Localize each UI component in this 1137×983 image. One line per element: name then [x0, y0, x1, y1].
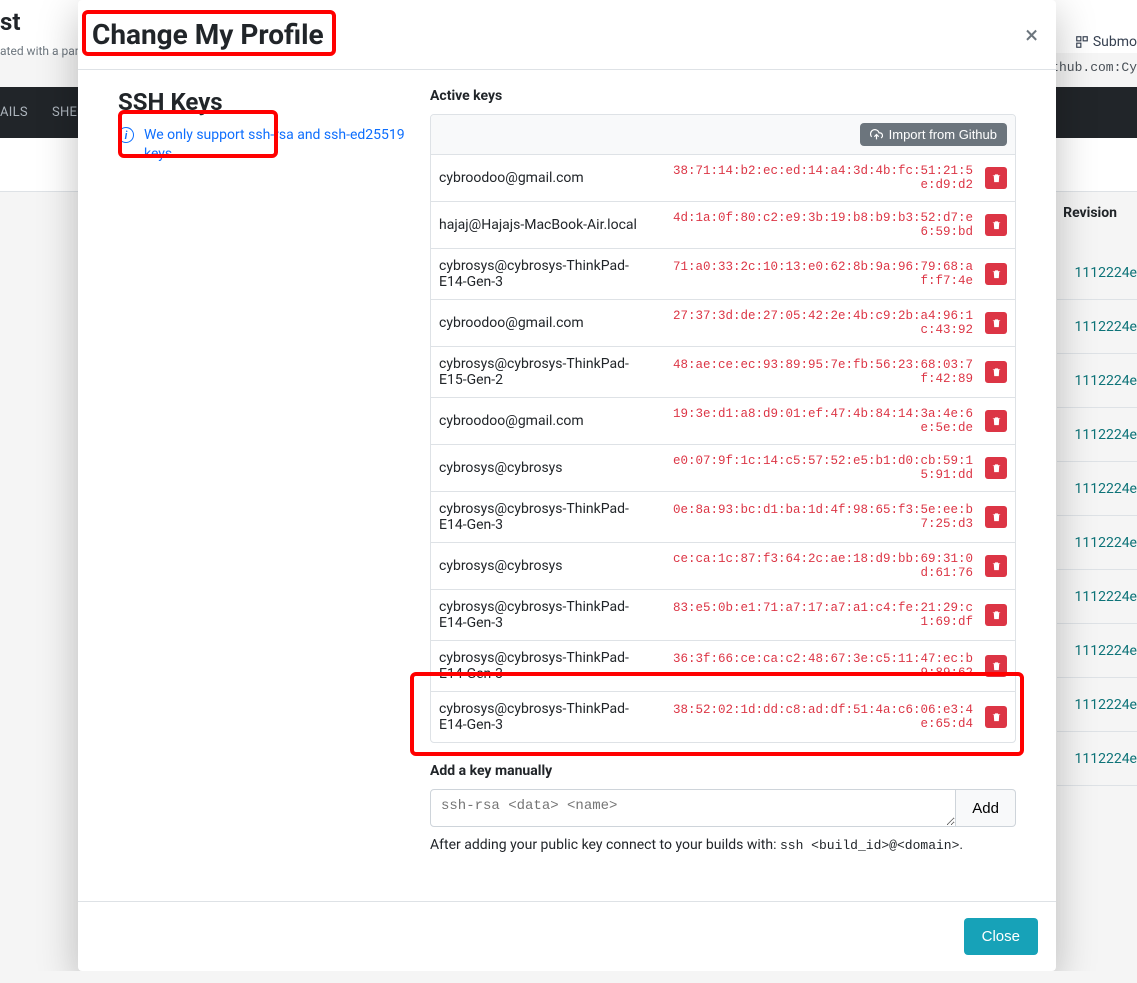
after-prefix: After adding your public key connect to …	[430, 837, 780, 853]
key-fingerprint: 48:ae:ce:ec:93:89:95:7e:fb:56:23:68:03:7…	[659, 358, 977, 386]
key-fingerprint: e0:07:9f:1c:14:c5:57:52:e5:b1:d0:cb:59:1…	[659, 454, 977, 482]
after-adding-text: After adding your public key connect to …	[430, 837, 1016, 853]
key-email: cybrosys@cybrosys-ThinkPad-E14-Gen-3	[439, 258, 651, 290]
key-email: cybroodoo@gmail.com	[439, 170, 651, 186]
key-email: cybrosys@cybrosys-ThinkPad-E14-Gen-3	[439, 650, 651, 682]
key-fingerprint: 4d:1a:0f:80:c2:e9:3b:19:b8:b9:b3:52:d7:e…	[659, 211, 977, 239]
close-icon[interactable]: ×	[1025, 21, 1038, 49]
info-icon: i	[118, 127, 134, 143]
trash-icon	[991, 317, 1002, 329]
modal-body: SSH Keys i We only support ssh-rsa and s…	[78, 70, 1056, 901]
key-row: cybrosys@cybrosys-ThinkPad-E14-Gen-3 36:3…	[431, 641, 1015, 692]
import-github-button[interactable]: Import from Github	[860, 123, 1007, 146]
key-row: cybrosys@cybrosys e0:07:9f:1c:14:c5:57:52…	[431, 445, 1015, 492]
key-fingerprint: 71:a0:33:2c:10:13:e0:62:8b:9a:96:79:68:a…	[659, 260, 977, 288]
key-email: cybrosys@cybrosys	[439, 558, 651, 574]
key-fingerprint: 27:37:3d:de:27:05:42:2e:4b:c9:2b:a4:96:1…	[659, 309, 977, 337]
key-email: cybrosys@cybrosys	[439, 460, 651, 476]
keys-table-header: Import from Github	[431, 115, 1015, 155]
after-code: ssh <build_id>@<domain>	[780, 838, 959, 853]
key-row: cybroodoo@gmail.com 19:3e:d1:a8:d9:01:ef:…	[431, 398, 1015, 445]
modal-footer: Close	[78, 901, 1056, 971]
key-row: cybroodoo@gmail.com 27:37:3d:de:27:05:42:…	[431, 300, 1015, 347]
add-key-button[interactable]: Add	[956, 789, 1016, 827]
key-fingerprint: 38:71:14:b2:ec:ed:14:a4:3d:4b:fc:51:21:5…	[659, 164, 977, 192]
delete-key-button[interactable]	[985, 555, 1007, 577]
trash-icon	[991, 660, 1002, 672]
delete-key-button[interactable]	[985, 312, 1007, 334]
key-row: cybrosys@cybrosys-ThinkPad-E14-Gen-3 38:5…	[431, 692, 1015, 742]
delete-key-button[interactable]	[985, 655, 1007, 677]
close-button[interactable]: Close	[964, 918, 1038, 955]
keys-table: Import from Github cybroodoo@gmail.com 38…	[430, 114, 1016, 743]
key-row: cybrosys@cybrosys-ThinkPad-E14-Gen-3 71:a…	[431, 249, 1015, 300]
key-row: hajaj@Hajajs-MacBook-Air.local 4d:1a:0f:8…	[431, 202, 1015, 249]
key-fingerprint: 19:3e:d1:a8:d9:01:ef:47:4b:84:14:3a:4e:6…	[659, 407, 977, 435]
trash-icon	[991, 511, 1002, 523]
trash-icon	[991, 462, 1002, 474]
key-row: cybroodoo@gmail.com 38:71:14:b2:ec:ed:14:…	[431, 155, 1015, 202]
left-column: SSH Keys i We only support ssh-rsa and s…	[118, 88, 418, 853]
key-row: cybrosys@cybrosys ce:ca:1c:87:f3:64:2c:ae…	[431, 543, 1015, 590]
trash-icon	[991, 609, 1002, 621]
add-key-label: Add a key manually	[430, 763, 1016, 779]
import-github-label: Import from Github	[889, 127, 997, 142]
delete-key-button[interactable]	[985, 706, 1007, 728]
key-email: cybroodoo@gmail.com	[439, 315, 651, 331]
delete-key-button[interactable]	[985, 361, 1007, 383]
after-suffix: .	[959, 837, 963, 853]
key-row: cybrosys@cybrosys-ThinkPad-E15-Gen-2 48:a…	[431, 347, 1015, 398]
info-text: We only support ssh-rsa and ssh-ed25519 …	[144, 126, 418, 164]
trash-icon	[991, 219, 1002, 231]
key-email: cybrosys@cybrosys-ThinkPad-E14-Gen-3	[439, 599, 651, 631]
delete-key-button[interactable]	[985, 263, 1007, 285]
key-email: cybrosys@cybrosys-ThinkPad-E15-Gen-2	[439, 356, 651, 388]
key-fingerprint: 36:3f:66:ce:ca:c2:48:67:3e:c5:11:47:ec:b…	[659, 652, 977, 680]
key-fingerprint: 38:52:02:1d:dd:c8:ad:df:51:4a:c6:06:e3:4…	[659, 703, 977, 731]
delete-key-button[interactable]	[985, 410, 1007, 432]
modal-header: Change My Profile ×	[78, 0, 1056, 70]
key-email: cybroodoo@gmail.com	[439, 413, 651, 429]
modal-title: Change My Profile	[92, 18, 324, 51]
key-row: cybrosys@cybrosys-ThinkPad-E14-Gen-3 0e:8…	[431, 492, 1015, 543]
profile-modal: Change My Profile × SSH Keys i We only s…	[78, 0, 1056, 971]
key-fingerprint: ce:ca:1c:87:f3:64:2c:ae:18:d9:bb:69:31:0…	[659, 552, 977, 580]
trash-icon	[991, 560, 1002, 572]
delete-key-button[interactable]	[985, 506, 1007, 528]
key-email: cybrosys@cybrosys-ThinkPad-E14-Gen-3	[439, 501, 651, 533]
ssh-keys-heading: SSH Keys	[118, 88, 418, 116]
add-key-section: Add a key manually Add After adding your…	[430, 763, 1016, 853]
delete-key-button[interactable]	[985, 604, 1007, 626]
key-row: cybrosys@cybrosys-ThinkPad-E14-Gen-3 83:e…	[431, 590, 1015, 641]
active-keys-label: Active keys	[430, 88, 1016, 104]
trash-icon	[991, 415, 1002, 427]
key-fingerprint: 83:e5:0b:e1:71:a7:17:a7:a1:c4:fe:21:29:c…	[659, 601, 977, 629]
trash-icon	[991, 711, 1002, 723]
delete-key-button[interactable]	[985, 167, 1007, 189]
add-key-row: Add	[430, 789, 1016, 827]
key-fingerprint: 0e:8a:93:bc:d1:ba:1d:4f:98:65:f3:5e:ee:b…	[659, 503, 977, 531]
right-column: Active keys Import from Github cybroodoo…	[430, 88, 1016, 853]
trash-icon	[991, 172, 1002, 184]
trash-icon	[991, 268, 1002, 280]
delete-key-button[interactable]	[985, 214, 1007, 236]
key-email: cybrosys@cybrosys-ThinkPad-E14-Gen-3	[439, 701, 651, 733]
key-email: hajaj@Hajajs-MacBook-Air.local	[439, 217, 651, 233]
delete-key-button[interactable]	[985, 457, 1007, 479]
info-note: i We only support ssh-rsa and ssh-ed2551…	[118, 126, 418, 164]
ssh-key-input[interactable]	[430, 789, 956, 827]
cloud-upload-icon	[870, 128, 883, 141]
trash-icon	[991, 366, 1002, 378]
